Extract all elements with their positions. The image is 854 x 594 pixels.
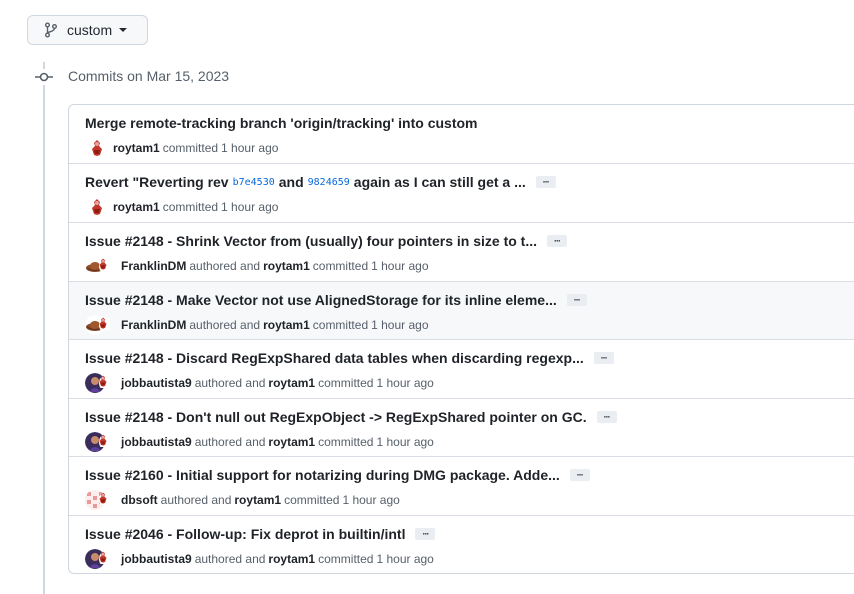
commit-list: Merge remote-tracking branch 'origin/tra… xyxy=(68,104,854,574)
committed-label: committed xyxy=(162,200,219,214)
avatar[interactable] xyxy=(87,197,107,217)
committed-label: committed xyxy=(318,435,374,449)
commit-author-link[interactable]: FranklinDM xyxy=(121,259,186,273)
branch-select-button[interactable]: custom xyxy=(27,15,148,45)
committed-label: committed xyxy=(312,259,369,273)
commit-author-link[interactable]: roytam1 xyxy=(113,200,160,214)
branch-name: custom xyxy=(67,22,113,38)
commit-title-link[interactable]: Revert "Reverting rev xyxy=(85,174,229,190)
commit-time: 1 hour ago xyxy=(376,552,434,566)
commit-time: 1 hour ago xyxy=(371,259,429,273)
committer-avatar[interactable] xyxy=(99,317,113,333)
commit-sha-link[interactable]: 9824659 xyxy=(308,177,350,188)
authored-label: authored and xyxy=(189,318,261,332)
timeline-line xyxy=(43,62,45,594)
git-branch-icon xyxy=(44,22,58,38)
expand-message-button[interactable]: ··· xyxy=(569,469,590,481)
commit-title-link[interactable]: Issue #2148 - Discard RegExpShared data … xyxy=(85,350,584,366)
commit-group-heading: Commits on Mar 15, 2023 xyxy=(68,68,230,84)
commit-committer-link[interactable]: roytam1 xyxy=(268,435,315,449)
expand-message-button[interactable]: ··· xyxy=(535,176,556,188)
commit-time: 1 hour ago xyxy=(221,200,279,214)
commit-time: 1 hour ago xyxy=(376,435,434,449)
commit-row: Issue #2046 - Follow-up: Fix deprot in b… xyxy=(69,515,854,574)
commit-committer-link[interactable]: roytam1 xyxy=(263,259,310,273)
chevron-down-icon xyxy=(119,28,128,32)
authored-label: authored and xyxy=(194,435,266,449)
expand-message-button[interactable]: ··· xyxy=(593,352,614,364)
expand-message-button[interactable]: ··· xyxy=(547,235,567,247)
authored-label: authored and xyxy=(194,376,266,390)
commit-title-link[interactable]: again as I can still get a ... xyxy=(354,174,526,190)
git-commit-icon xyxy=(35,69,53,85)
commit-committer-link[interactable]: roytam1 xyxy=(268,376,315,390)
commit-committer-link[interactable]: roytam1 xyxy=(234,493,281,507)
commit-row: Issue #2148 - Discard RegExpShared data … xyxy=(69,339,854,399)
commit-time: 1 hour ago xyxy=(221,141,279,155)
commit-committer-link[interactable]: roytam1 xyxy=(268,552,315,566)
authored-label: authored and xyxy=(160,493,232,507)
commit-author-link[interactable]: jobbautista9 xyxy=(121,435,192,449)
commit-title-link[interactable]: Issue #2148 - Make Vector not use Aligne… xyxy=(85,292,557,308)
committed-label: committed xyxy=(312,318,369,332)
committer-avatar[interactable] xyxy=(99,258,113,274)
commit-row: Issue #2148 - Don't null out RegExpObjec… xyxy=(69,398,854,457)
commit-title-link[interactable]: Issue #2160 - Initial support for notari… xyxy=(85,467,560,483)
expand-message-button[interactable]: ··· xyxy=(566,294,587,306)
commit-author-link[interactable]: roytam1 xyxy=(113,141,160,155)
commit-sha-link[interactable]: b7e4530 xyxy=(233,177,275,188)
committed-label: committed xyxy=(284,493,340,507)
commit-row: Issue #2148 - Make Vector not use Aligne… xyxy=(69,281,854,340)
commit-title-link[interactable]: Issue #2046 - Follow-up: Fix deprot in b… xyxy=(85,526,405,542)
expand-message-button[interactable]: ··· xyxy=(596,411,617,423)
commit-time: 1 hour ago xyxy=(376,376,434,390)
committer-avatar[interactable] xyxy=(99,492,113,508)
commit-row: Issue #2160 - Initial support for notari… xyxy=(69,456,854,516)
committed-label: committed xyxy=(162,141,219,155)
committer-avatar[interactable] xyxy=(99,375,113,391)
commit-time: 1 hour ago xyxy=(342,493,400,507)
commit-title-link[interactable]: Issue #2148 - Shrink Vector from (usuall… xyxy=(85,233,537,249)
authored-label: authored and xyxy=(194,552,266,566)
commit-title-link[interactable]: and xyxy=(279,174,304,190)
avatar[interactable] xyxy=(87,138,107,158)
committed-label: committed xyxy=(318,552,374,566)
commit-author-link[interactable]: FranklinDM xyxy=(121,318,186,332)
commit-title-link[interactable]: Issue #2148 - Don't null out RegExpObjec… xyxy=(85,409,587,425)
commit-title-link[interactable]: Merge remote-tracking branch 'origin/tra… xyxy=(85,115,478,131)
committed-label: committed xyxy=(318,376,374,390)
expand-message-button[interactable]: ··· xyxy=(415,528,436,540)
commit-row: Revert "Reverting rev b7e4530 and 982465… xyxy=(69,163,854,223)
committer-avatar[interactable] xyxy=(99,434,113,450)
commit-row: Issue #2148 - Shrink Vector from (usuall… xyxy=(69,222,854,282)
commit-author-link[interactable]: jobbautista9 xyxy=(121,376,192,390)
commit-author-link[interactable]: dbsoft xyxy=(121,493,158,507)
commit-row: Merge remote-tracking branch 'origin/tra… xyxy=(69,105,854,163)
authored-label: authored and xyxy=(189,259,261,273)
committer-avatar[interactable] xyxy=(99,551,113,567)
commit-time: 1 hour ago xyxy=(371,318,429,332)
commit-committer-link[interactable]: roytam1 xyxy=(263,318,310,332)
commit-author-link[interactable]: jobbautista9 xyxy=(121,552,192,566)
